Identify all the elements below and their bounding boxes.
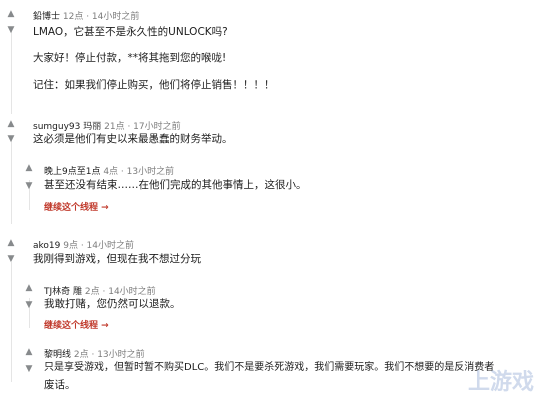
comment-meta: 黎明线 2点 · 13小时之前 <box>44 347 145 360</box>
comment-body: 我刚得到游戏，但现在我不想过分玩 <box>33 253 201 265</box>
upvote-icon[interactable]: ▲ <box>6 119 16 129</box>
comment-time: 2点 · 14小时之前 <box>84 287 156 297</box>
downvote-icon[interactable]: ▼ <box>6 25 16 35</box>
thread-line[interactable] <box>11 262 12 382</box>
comment-body: 记住：如果我们停止购买，他们将停止销售！！！！ <box>33 79 275 91</box>
username[interactable]: 鉛博士 <box>33 12 60 22</box>
comment-meta: sumguy93 玛丽 21点 · 17小时之前 <box>33 119 181 132</box>
comment-time: 4点 · 13小时之前 <box>103 167 175 177</box>
username[interactable]: 黎明线 <box>44 350 71 360</box>
comment-time: 12点 · 14小时之前 <box>62 12 140 22</box>
thread-line[interactable] <box>11 136 12 224</box>
continue-thread-link[interactable]: 继续这个线程 → <box>44 200 109 213</box>
upvote-icon[interactable]: ▲ <box>6 238 16 248</box>
continue-thread-link[interactable]: 继续这个线程 → <box>44 318 109 331</box>
comment-time: 2点 · 13小时之前 <box>73 350 145 360</box>
comment-body: 甚至还没有结束……在他们完成的其他事情上，这很小。 <box>44 179 307 191</box>
comment-meta: TJ林奇 雕 2点 · 14小时之前 <box>44 284 156 297</box>
comment-meta: ako19 9点 · 14小时之前 <box>33 238 134 251</box>
downvote-icon[interactable]: ▼ <box>24 300 34 310</box>
comment-body: 我敢打赌，您仍然可以退款。 <box>44 298 181 310</box>
comment-time: 9点 · 14小时之前 <box>63 241 135 251</box>
comment-body: 废话。 <box>44 379 76 391</box>
downvote-icon[interactable]: ▼ <box>6 254 16 264</box>
username[interactable]: TJ林奇 <box>44 287 70 297</box>
upvote-icon[interactable]: ▲ <box>24 347 34 357</box>
thread-line[interactable] <box>11 30 12 114</box>
upvote-icon[interactable]: ▲ <box>6 9 16 19</box>
username[interactable]: 晚上9点至1点 <box>44 167 100 177</box>
comment-time: 21点 · 17小时之前 <box>104 122 181 132</box>
user-flair: 雕 <box>73 287 83 297</box>
watermark: 上游戏 <box>467 370 534 395</box>
downvote-icon[interactable]: ▼ <box>6 134 16 144</box>
username[interactable]: ako19 <box>33 241 60 251</box>
username[interactable]: sumguy93 <box>33 122 80 132</box>
comment-meta: 晚上9点至1点 4点 · 13小时之前 <box>44 164 174 177</box>
downvote-icon[interactable]: ▼ <box>24 364 34 374</box>
user-flair: 玛丽 <box>83 122 102 132</box>
comment-body: 大家好！停止付款，**将其拖到您的喉咙! <box>33 52 227 64</box>
comment-meta: 鉛博士 12点 · 14小时之前 <box>33 9 139 22</box>
comment-body: 只是享受游戏，但暂时暂不购买DLC。我们不是要杀死游戏，我们需要玩家。我们不想要… <box>44 362 495 373</box>
upvote-icon[interactable]: ▲ <box>24 163 34 173</box>
downvote-icon[interactable]: ▼ <box>24 181 34 191</box>
upvote-icon[interactable]: ▲ <box>24 283 34 293</box>
comment-body: 这必须是他们有史以来最愚蠢的财务举动。 <box>33 133 233 145</box>
comment-body: LMAO，它甚至不是永久性的UNLOCK吗? <box>33 26 228 38</box>
